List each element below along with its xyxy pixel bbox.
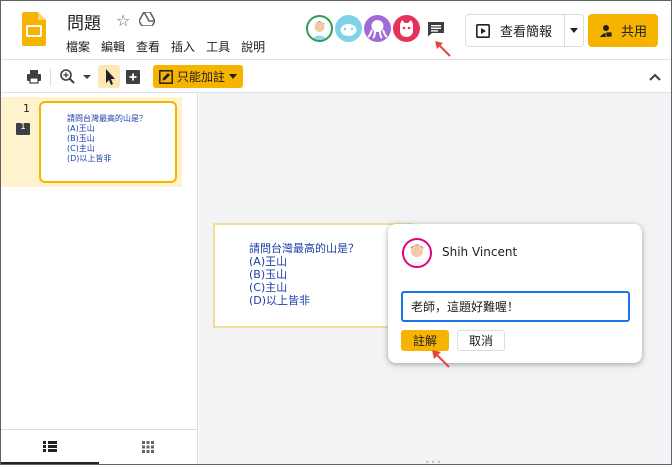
comment-input[interactable] [401,291,630,322]
collapse-chevron-up-icon[interactable] [648,67,662,87]
star-icon[interactable]: ☆ [116,11,130,30]
share-button[interactable]: 共用 [588,14,658,47]
grid-view-icon [142,441,154,453]
thumb-text-line: (B)玉山 [67,134,95,143]
slide-text-line[interactable]: (C)主山 [249,281,411,294]
select-tool-button[interactable] [98,65,120,88]
print-icon[interactable] [26,67,42,87]
comment-card: Shih Vincent 註解 取消 [388,224,642,363]
comment-history-icon[interactable] [427,21,445,37]
menu-help[interactable]: 說明 [241,38,265,55]
comment-only-mode-label: 只能加註 [177,70,226,84]
new-slide-icon[interactable] [125,67,141,87]
zoom-caret-down-icon[interactable] [83,67,91,87]
avatar-collaborator-1[interactable] [306,15,333,42]
present-icon [476,23,490,38]
annotation-arrow-submit [432,350,450,368]
thumb-text-line: 請問台灣最高的山是？ [67,114,147,123]
speaker-notes-resize-handle[interactable]: ••• [425,458,442,464]
slide-number: 1 [23,102,30,115]
comment-author-name: Shih Vincent [442,245,518,259]
slides-logo-icon[interactable] [22,12,46,46]
document-title[interactable]: 問題 [67,9,101,34]
caret-down-icon [229,74,238,79]
slide-text-line[interactable]: (B)玉山 [249,268,411,281]
share-label: 共用 [620,25,647,40]
annotation-arrow-comments [435,41,451,57]
present-label: 查看簡報 [500,25,553,40]
share-lock-icon [599,24,613,37]
collaborator-avatars [306,15,420,42]
slide[interactable]: 請問台灣最高的山是？ (A)王山 (B)玉山 (C)主山 (D)以上皆非 [213,223,413,328]
comment-edit-icon [159,69,173,84]
thumb-text-line: (D)以上皆非 [67,154,112,163]
comment-author-avatar [402,238,432,268]
thumb-text-line: (A)王山 [67,124,95,133]
comment-count-badge[interactable]: 1 [16,122,30,135]
move-to-drive-icon[interactable] [139,12,155,26]
slide-text-line[interactable]: (A)王山 [249,255,411,268]
grid-view-button[interactable] [99,430,197,464]
cursor-arrow-icon [106,69,115,85]
menu-view[interactable]: 查看 [136,38,160,55]
filmstrip-view-switcher [1,429,197,464]
filmstrip-view-button[interactable] [1,430,99,464]
menu-tools[interactable]: 工具 [206,38,230,55]
avatar-collaborator-2[interactable] [335,15,362,42]
slide-text-line[interactable]: 請問台灣最高的山是？ [249,242,411,255]
menu-file[interactable]: 檔案 [66,38,90,55]
comment-cancel-button[interactable]: 取消 [457,330,505,351]
present-button[interactable]: 查看簡報 [466,15,566,46]
header: 問題 ☆ 檔案 編輯 查看 插入 工具 說明 查看簡報 共用 [1,1,671,59]
toolbar: 只能加註 [1,59,671,93]
comment-only-mode-button[interactable]: 只能加註 [153,65,243,88]
app-window: 問題 ☆ 檔案 編輯 查看 插入 工具 說明 查看簡報 共用 只能加註 1 1 … [0,0,672,465]
present-dropdown-button[interactable] [565,15,583,46]
filmstrip-slide-item[interactable]: 1 1 請問台灣最高的山是？ (A)王山 (B)玉山 (C)主山 (D)以上皆非 [1,97,182,187]
slide-filmstrip: 1 1 請問台灣最高的山是？ (A)王山 (B)玉山 (C)主山 (D)以上皆非 [1,93,198,464]
slide-text-line[interactable]: (D)以上皆非 [249,294,411,307]
present-button-group: 查看簡報 [465,14,585,47]
list-view-icon [43,440,57,452]
avatar-collaborator-4[interactable] [393,15,420,42]
menu-insert[interactable]: 插入 [171,38,195,55]
slide-thumbnail[interactable]: 請問台灣最高的山是？ (A)王山 (B)玉山 (C)主山 (D)以上皆非 [39,101,177,183]
avatar-collaborator-3[interactable] [364,15,391,42]
thumb-text-line: (C)主山 [67,144,95,153]
menu-edit[interactable]: 編輯 [101,38,125,55]
toolbar-separator [50,68,51,86]
menu-bar: 檔案 編輯 查看 插入 工具 說明 [66,38,265,55]
comment-count: 1 [20,122,26,132]
zoom-icon[interactable] [59,67,77,87]
caret-down-icon [570,28,579,33]
